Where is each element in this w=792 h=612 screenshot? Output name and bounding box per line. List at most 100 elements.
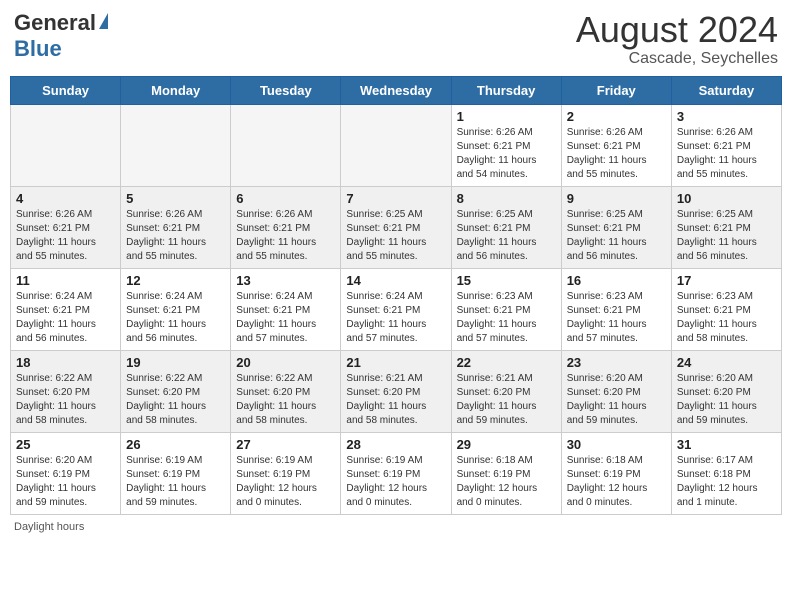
calendar-day-cell: 12 Sunrise: 6:24 AMSunset: 6:21 PMDayligh… <box>121 268 231 350</box>
day-number: 14 <box>346 273 445 288</box>
calendar-day-cell: 23Sunrise: 6:20 AMSunset: 6:20 PMDayligh… <box>561 350 671 432</box>
calendar-day-cell: 5Sunrise: 6:26 AMSunset: 6:21 PMDaylight… <box>121 186 231 268</box>
calendar-day-cell: 24 Sunrise: 6:20 AMSunset: 6:20 PMDayligh… <box>671 350 781 432</box>
location: Cascade, Seychelles <box>576 50 778 68</box>
calendar-day-cell: 2 Sunrise: 6:26 AMSunset: 6:21 PMDaylight… <box>561 104 671 186</box>
day-info: Sunrise: 6:22 AMSunset: 6:20 PMDaylight:… <box>126 372 225 428</box>
day-info: Sunrise: 6:22 AMSunset: 6:20 PMDaylight:… <box>236 372 335 428</box>
day-number: 7 <box>346 191 445 206</box>
day-of-week-header: Friday <box>561 76 671 104</box>
day-of-week-header: Wednesday <box>341 76 451 104</box>
page-header: General Blue August 2024 Cascade, Seyche… <box>10 10 782 68</box>
calendar-day-cell: 7 Sunrise: 6:25 AMSunset: 6:21 PMDaylight… <box>341 186 451 268</box>
day-number: 18 <box>16 355 115 370</box>
day-number: 25 <box>16 437 115 452</box>
calendar-day-cell: 22Sunrise: 6:21 AMSunset: 6:20 PMDayligh… <box>451 350 561 432</box>
calendar-day-cell: 20 Sunrise: 6:22 AMSunset: 6:20 PMDayligh… <box>231 350 341 432</box>
day-number: 1 <box>457 109 556 124</box>
calendar-day-cell <box>341 104 451 186</box>
day-info: Sunrise: 6:25 AMSunset: 6:21 PMDaylight:… <box>677 208 776 264</box>
day-info: Sunrise: 6:26 AMSunset: 6:21 PMDaylight:… <box>126 208 225 264</box>
logo-blue: Blue <box>14 36 62 62</box>
day-number: 15 <box>457 273 556 288</box>
day-info: Sunrise: 6:22 AMSunset: 6:20 PMDaylight:… <box>16 372 115 428</box>
calendar-day-cell: 14Sunrise: 6:24 AMSunset: 6:21 PMDayligh… <box>341 268 451 350</box>
day-number: 27 <box>236 437 335 452</box>
calendar-day-cell: 27Sunrise: 6:19 AMSunset: 6:19 PMDayligh… <box>231 432 341 514</box>
calendar-header-row: SundayMondayTuesdayWednesdayThursdayFrid… <box>11 76 782 104</box>
logo-icon <box>99 13 108 29</box>
day-info: Sunrise: 6:24 AMSunset: 6:21 PMDaylight:… <box>126 290 225 346</box>
day-number: 21 <box>346 355 445 370</box>
day-number: 26 <box>126 437 225 452</box>
day-number: 4 <box>16 191 115 206</box>
day-number: 6 <box>236 191 335 206</box>
day-number: 29 <box>457 437 556 452</box>
day-number: 19 <box>126 355 225 370</box>
day-info: Sunrise: 6:26 AMSunset: 6:21 PMDaylight:… <box>567 126 666 182</box>
day-number: 3 <box>677 109 776 124</box>
day-info: Sunrise: 6:18 AMSunset: 6:19 PMDaylight:… <box>567 454 666 510</box>
day-info: Sunrise: 6:20 AMSunset: 6:19 PMDaylight:… <box>16 454 115 510</box>
calendar-day-cell: 19 Sunrise: 6:22 AMSunset: 6:20 PMDayligh… <box>121 350 231 432</box>
day-number: 2 <box>567 109 666 124</box>
calendar-week-row: 4 Sunrise: 6:26 AMSunset: 6:21 PMDaylight… <box>11 186 782 268</box>
calendar-day-cell: 28 Sunrise: 6:19 AMSunset: 6:19 PMDayligh… <box>341 432 451 514</box>
calendar-day-cell: 8 Sunrise: 6:25 AMSunset: 6:21 PMDaylight… <box>451 186 561 268</box>
day-number: 17 <box>677 273 776 288</box>
calendar-day-cell: 9Sunrise: 6:25 AMSunset: 6:21 PMDaylight… <box>561 186 671 268</box>
calendar-day-cell: 10 Sunrise: 6:25 AMSunset: 6:21 PMDayligh… <box>671 186 781 268</box>
title-block: August 2024 Cascade, Seychelles <box>576 10 778 68</box>
calendar-day-cell: 16Sunrise: 6:23 AMSunset: 6:21 PMDayligh… <box>561 268 671 350</box>
day-number: 20 <box>236 355 335 370</box>
day-of-week-header: Thursday <box>451 76 561 104</box>
day-info: Sunrise: 6:20 AMSunset: 6:20 PMDaylight:… <box>677 372 776 428</box>
day-info: Sunrise: 6:25 AMSunset: 6:21 PMDaylight:… <box>346 208 445 264</box>
day-of-week-header: Tuesday <box>231 76 341 104</box>
day-info: Sunrise: 6:26 AMSunset: 6:21 PMDaylight:… <box>236 208 335 264</box>
footer: Daylight hours <box>10 521 782 533</box>
day-number: 10 <box>677 191 776 206</box>
calendar-day-cell: 21Sunrise: 6:21 AMSunset: 6:20 PMDayligh… <box>341 350 451 432</box>
calendar-day-cell <box>231 104 341 186</box>
logo: General Blue <box>14 10 108 62</box>
calendar-week-row: 25 Sunrise: 6:20 AMSunset: 6:19 PMDayligh… <box>11 432 782 514</box>
calendar-day-cell: 30 Sunrise: 6:18 AMSunset: 6:19 PMDayligh… <box>561 432 671 514</box>
day-number: 28 <box>346 437 445 452</box>
logo-general: General <box>14 10 96 36</box>
day-info: Sunrise: 6:26 AMSunset: 6:21 PMDaylight:… <box>457 126 556 182</box>
day-info: Sunrise: 6:26 AMSunset: 6:21 PMDaylight:… <box>677 126 776 182</box>
day-number: 13 <box>236 273 335 288</box>
day-number: 23 <box>567 355 666 370</box>
calendar-week-row: 11 Sunrise: 6:24 AMSunset: 6:21 PMDayligh… <box>11 268 782 350</box>
day-info: Sunrise: 6:25 AMSunset: 6:21 PMDaylight:… <box>567 208 666 264</box>
day-info: Sunrise: 6:19 AMSunset: 6:19 PMDaylight:… <box>126 454 225 510</box>
calendar-day-cell: 3 Sunrise: 6:26 AMSunset: 6:21 PMDaylight… <box>671 104 781 186</box>
day-info: Sunrise: 6:19 AMSunset: 6:19 PMDaylight:… <box>346 454 445 510</box>
day-info: Sunrise: 6:23 AMSunset: 6:21 PMDaylight:… <box>457 290 556 346</box>
day-number: 24 <box>677 355 776 370</box>
calendar-day-cell: 11 Sunrise: 6:24 AMSunset: 6:21 PMDayligh… <box>11 268 121 350</box>
day-number: 8 <box>457 191 556 206</box>
calendar-day-cell: 17Sunrise: 6:23 AMSunset: 6:21 PMDayligh… <box>671 268 781 350</box>
calendar-day-cell: 29 Sunrise: 6:18 AMSunset: 6:19 PMDayligh… <box>451 432 561 514</box>
day-info: Sunrise: 6:24 AMSunset: 6:21 PMDaylight:… <box>16 290 115 346</box>
calendar-day-cell: 13Sunrise: 6:24 AMSunset: 6:21 PMDayligh… <box>231 268 341 350</box>
calendar-day-cell: 31Sunrise: 6:17 AMSunset: 6:18 PMDayligh… <box>671 432 781 514</box>
day-number: 11 <box>16 273 115 288</box>
day-number: 12 <box>126 273 225 288</box>
day-number: 16 <box>567 273 666 288</box>
calendar-day-cell: 6 Sunrise: 6:26 AMSunset: 6:21 PMDaylight… <box>231 186 341 268</box>
calendar-day-cell: 15 Sunrise: 6:23 AMSunset: 6:21 PMDayligh… <box>451 268 561 350</box>
day-number: 30 <box>567 437 666 452</box>
day-of-week-header: Sunday <box>11 76 121 104</box>
day-of-week-header: Saturday <box>671 76 781 104</box>
day-info: Sunrise: 6:21 AMSunset: 6:20 PMDaylight:… <box>457 372 556 428</box>
day-info: Sunrise: 6:18 AMSunset: 6:19 PMDaylight:… <box>457 454 556 510</box>
day-info: Sunrise: 6:25 AMSunset: 6:21 PMDaylight:… <box>457 208 556 264</box>
calendar-day-cell: 4Sunrise: 6:26 AMSunset: 6:21 PMDaylight… <box>11 186 121 268</box>
calendar-week-row: 18 Sunrise: 6:22 AMSunset: 6:20 PMDayligh… <box>11 350 782 432</box>
day-info: Sunrise: 6:17 AMSunset: 6:18 PMDaylight:… <box>677 454 776 510</box>
day-of-week-header: Monday <box>121 76 231 104</box>
calendar-day-cell: 26 Sunrise: 6:19 AMSunset: 6:19 PMDayligh… <box>121 432 231 514</box>
